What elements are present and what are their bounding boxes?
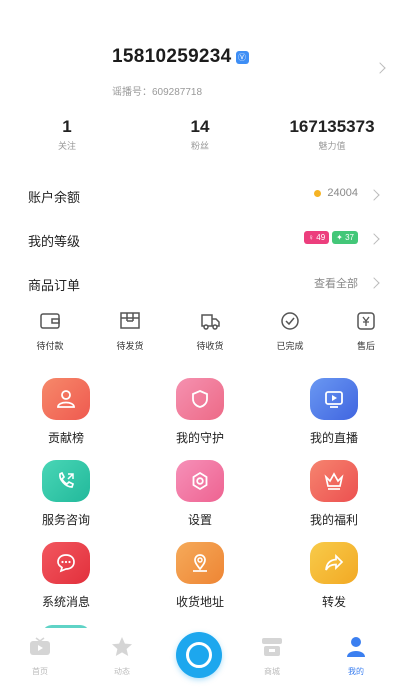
menu-label: 我的直播 — [309, 431, 358, 445]
account-balance-row[interactable]: 账户余额 24004 — [0, 175, 400, 215]
order-label: 已完成 — [276, 341, 304, 351]
menu-label: 贡献榜 — [47, 431, 84, 445]
level-badge-pink: ♀ 49 — [304, 231, 330, 244]
menu-label: 收货地址 — [175, 595, 224, 609]
home-tv-icon — [10, 636, 70, 663]
level-badge-green: ✦ 37 — [332, 231, 358, 244]
balance-value: 24004 — [314, 187, 358, 199]
my-level-row[interactable]: 我的等级 ♀ 49 ✦ 37 — [0, 219, 400, 259]
product-orders-row[interactable]: 商品订单 查看全部 — [0, 263, 400, 303]
gear-icon — [176, 460, 224, 502]
menu-label: 系统消息 — [41, 595, 90, 609]
stat-value: 1 — [62, 117, 72, 136]
stat-label: 魅力值 — [318, 141, 346, 151]
balance-amount: 24004 — [327, 187, 358, 199]
tab-label: 首页 — [32, 667, 48, 676]
menu-label: 服务咨询 — [41, 513, 90, 527]
order-label: 售后 — [356, 341, 375, 351]
tab-feed[interactable]: 动态 — [92, 636, 152, 677]
stats-bar: 1 关注 14 粉丝 167135373 魅力值 — [0, 117, 400, 157]
order-status-bar: 待付款 待发货 待收货 已完成 售后 — [0, 310, 400, 358]
profile-header[interactable]: 15810259234 Ⓥ 谣播号：609287718 — [0, 36, 400, 106]
menu-label: 我的福利 — [309, 513, 358, 527]
menu-my-welfare[interactable]: 我的福利 — [284, 460, 384, 528]
tab-label: 商城 — [264, 667, 280, 676]
tv-icon — [310, 378, 358, 420]
stat-value: 14 — [190, 117, 210, 136]
message-icon — [42, 542, 90, 584]
order-label: 待收货 — [196, 341, 224, 351]
tab-store[interactable]: 商城 — [242, 636, 302, 677]
menu-label: 设置 — [187, 513, 212, 527]
live-center-button[interactable] — [176, 632, 222, 678]
level-badges: ♀ 49 ✦ 37 — [301, 231, 358, 244]
star-icon — [92, 636, 152, 663]
tab-me[interactable]: 我的 — [326, 636, 386, 677]
menu-my-live[interactable]: 我的直播 — [284, 378, 384, 446]
phone-number: 15810259234 — [112, 46, 232, 67]
check-circle-icon — [279, 310, 301, 332]
menu-label: 转发 — [321, 595, 346, 609]
row-label: 账户余额 — [28, 190, 81, 205]
stat-label: 关注 — [57, 141, 76, 151]
row-label: 我的等级 — [28, 234, 81, 249]
menu-contribution-rank[interactable]: 贡献榜 — [16, 378, 116, 446]
tab-home[interactable]: 首页 — [10, 636, 70, 677]
chevron-right-icon — [368, 189, 380, 201]
tab-label: 动态 — [114, 667, 130, 676]
menu-settings[interactable]: 设置 — [150, 460, 250, 528]
package-icon — [119, 310, 141, 332]
wallet-icon — [39, 310, 61, 332]
menu-system-messages[interactable]: 系统消息 — [16, 542, 116, 610]
order-label: 待发货 — [116, 341, 144, 351]
stat-charm[interactable]: 167135373 魅力值 — [272, 117, 392, 152]
me-icon — [326, 636, 386, 663]
phone-row: 15810259234 Ⓥ — [112, 46, 249, 68]
order-pending-receipt[interactable]: 待收货 — [180, 310, 240, 352]
stat-following[interactable]: 1 关注 — [40, 117, 94, 152]
store-icon — [242, 636, 302, 663]
refund-icon — [355, 310, 377, 332]
chevron-right-icon — [368, 277, 380, 289]
location-icon — [176, 542, 224, 584]
menu-shipping-address[interactable]: 收货地址 — [150, 542, 250, 610]
order-pending-payment[interactable]: 待付款 — [20, 310, 80, 352]
chevron-right-icon — [368, 233, 380, 245]
user-id: 谣播号：609287718 — [112, 87, 203, 98]
menu-service-consult[interactable]: 服务咨询 — [16, 460, 116, 528]
shield-icon — [176, 378, 224, 420]
row-label: 商品订单 — [28, 278, 81, 293]
order-after-sale[interactable]: 售后 — [336, 310, 396, 352]
stat-label: 粉丝 — [190, 141, 209, 151]
order-label: 待付款 — [36, 341, 64, 351]
truck-icon — [199, 310, 221, 332]
menu-share[interactable]: 转发 — [284, 542, 384, 610]
stat-value: 167135373 — [289, 117, 375, 136]
menu-my-guardian[interactable]: 我的守护 — [150, 378, 250, 446]
user-icon — [42, 378, 90, 420]
share-icon — [310, 542, 358, 584]
chevron-right-icon[interactable] — [374, 62, 386, 74]
order-pending-shipment[interactable]: 待发货 — [100, 310, 160, 352]
phone-icon — [42, 460, 90, 502]
crown-icon — [310, 460, 358, 502]
bottom-tab-bar: 首页 动态 商城 我的 — [0, 628, 400, 688]
verified-badge-icon: Ⓥ — [235, 50, 249, 64]
stat-fans[interactable]: 14 粉丝 — [172, 117, 228, 152]
order-completed[interactable]: 已完成 — [260, 310, 320, 352]
tab-label: 我的 — [348, 667, 364, 676]
menu-label: 我的守护 — [175, 431, 224, 445]
coin-icon — [314, 189, 322, 197]
view-all-link[interactable]: 查看全部 — [314, 275, 358, 291]
